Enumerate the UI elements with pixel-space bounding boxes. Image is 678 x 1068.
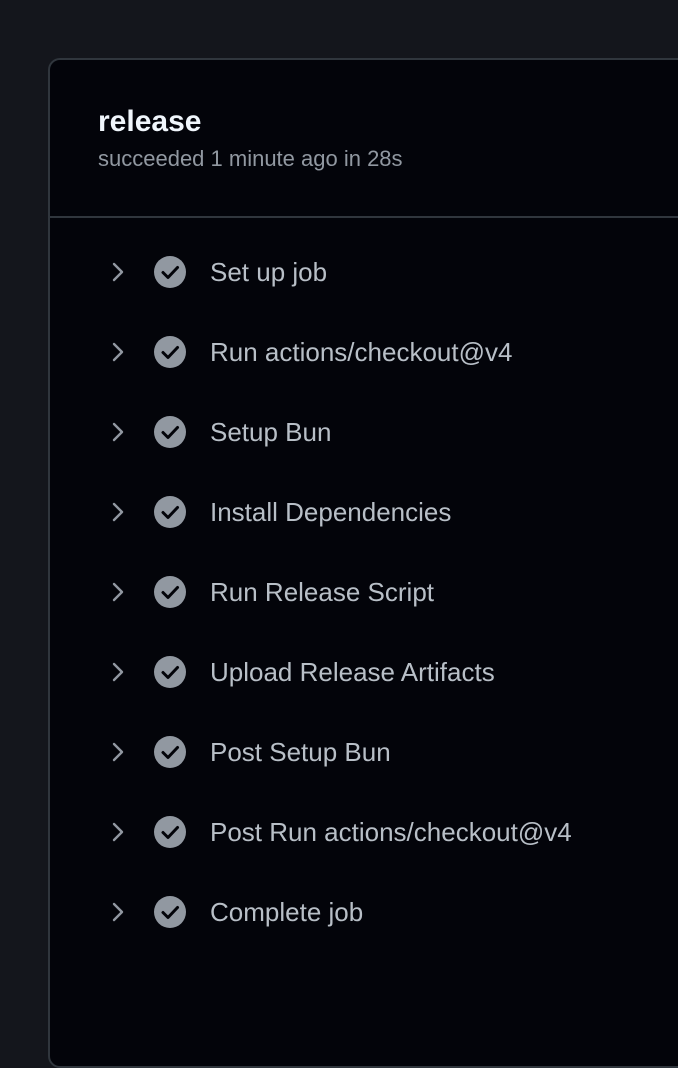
steps-list: Set up job Run actions/checkout@v4 Setup…: [50, 218, 678, 954]
step-row[interactable]: Run actions/checkout@v4: [50, 314, 678, 394]
chevron-right-icon[interactable]: [106, 740, 130, 764]
step-label: Upload Release Artifacts: [210, 657, 495, 687]
check-circle-icon: [154, 816, 186, 848]
job-title: release: [98, 105, 202, 138]
check-circle-icon: [154, 496, 186, 528]
chevron-right-icon[interactable]: [106, 340, 130, 364]
step-row[interactable]: Complete job: [50, 874, 678, 954]
step-label: Post Run actions/checkout@v4: [210, 817, 572, 847]
step-label: Setup Bun: [210, 417, 332, 447]
check-circle-icon: [154, 896, 186, 928]
step-row[interactable]: Install Dependencies: [50, 474, 678, 554]
step-row[interactable]: Upload Release Artifacts: [50, 634, 678, 714]
job-header: release succeeded 1 minute ago in 28s: [50, 60, 678, 218]
step-row[interactable]: Setup Bun: [50, 394, 678, 474]
check-circle-icon: [154, 656, 186, 688]
check-circle-icon: [154, 736, 186, 768]
chevron-right-icon[interactable]: [106, 420, 130, 444]
job-status: succeeded 1 minute ago in 28s: [98, 146, 403, 171]
chevron-right-icon[interactable]: [106, 260, 130, 284]
step-label: Install Dependencies: [210, 497, 452, 527]
step-label: Run actions/checkout@v4: [210, 337, 513, 367]
chevron-right-icon[interactable]: [106, 660, 130, 684]
check-circle-icon: [154, 256, 186, 288]
check-circle-icon: [154, 576, 186, 608]
step-label: Set up job: [210, 257, 328, 287]
job-panel: release succeeded 1 minute ago in 28s Se…: [48, 58, 678, 1068]
step-label: Complete job: [210, 897, 364, 927]
step-row[interactable]: Post Run actions/checkout@v4: [50, 794, 678, 874]
chevron-right-icon[interactable]: [106, 580, 130, 604]
step-row[interactable]: Post Setup Bun: [50, 714, 678, 794]
chevron-right-icon[interactable]: [106, 900, 130, 924]
chevron-right-icon[interactable]: [106, 820, 130, 844]
step-label: Post Setup Bun: [210, 737, 391, 767]
check-circle-icon: [154, 336, 186, 368]
check-circle-icon: [154, 416, 186, 448]
chevron-right-icon[interactable]: [106, 500, 130, 524]
step-row[interactable]: Run Release Script: [50, 554, 678, 634]
step-row[interactable]: Set up job: [50, 234, 678, 314]
step-label: Run Release Script: [210, 577, 434, 607]
